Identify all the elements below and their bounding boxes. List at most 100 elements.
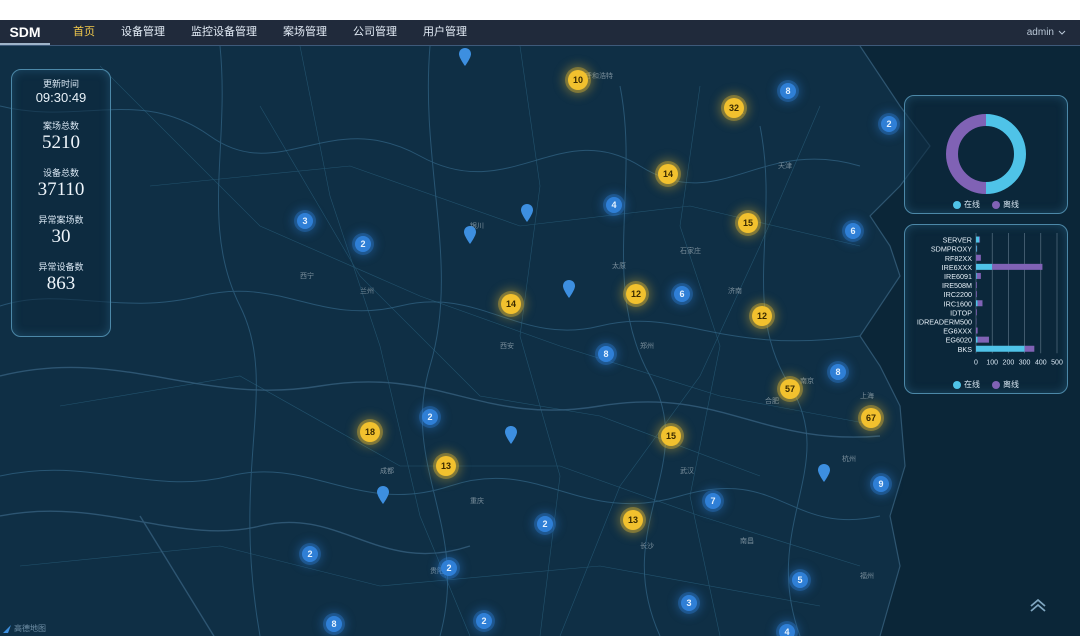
bar-online[interactable] (976, 272, 977, 279)
x-tick-label: 0 (974, 359, 978, 366)
map-pin-icon[interactable] (563, 280, 575, 298)
map-cluster[interactable]: 8 (326, 616, 342, 632)
bar-offline[interactable] (979, 236, 981, 243)
map-cluster[interactable]: 2 (441, 560, 457, 576)
brand-logo[interactable]: SDM (0, 20, 50, 45)
map-cluster[interactable]: 6 (845, 223, 861, 239)
map-cluster[interactable]: 32 (724, 98, 744, 118)
map-pin-icon[interactable] (505, 426, 517, 444)
legend-item-online[interactable]: 在线 (953, 199, 980, 210)
update-time-label: 更新时间 (42, 79, 79, 89)
nav-site-management[interactable]: 案场管理 (270, 20, 340, 45)
map-cluster[interactable]: 15 (738, 213, 758, 233)
nav-device-management[interactable]: 设备管理 (108, 20, 178, 45)
bar-online[interactable] (976, 336, 978, 343)
abnormal-sites-label: 异常案场数 (38, 215, 84, 225)
city-label: 太原 (612, 263, 626, 270)
map-cluster[interactable]: 12 (752, 306, 772, 326)
map-cluster[interactable]: 6 (674, 286, 690, 302)
y-tick-label: IDREADERM500 (917, 317, 972, 326)
map-cluster[interactable]: 3 (681, 595, 697, 611)
chevron-down-icon (1058, 30, 1066, 35)
donut-slice-online[interactable] (985, 114, 1026, 194)
map-cluster[interactable]: 13 (623, 510, 643, 530)
bar-online[interactable] (976, 245, 977, 252)
bar-online[interactable] (976, 263, 993, 270)
map-cluster[interactable]: 4 (779, 624, 795, 636)
abnormal-devices-value: 863 (46, 273, 76, 294)
bar-offline[interactable] (976, 291, 977, 298)
map-cluster[interactable]: 2 (355, 236, 371, 252)
map-cluster[interactable]: 15 (661, 426, 681, 446)
map-cluster[interactable]: 10 (568, 70, 588, 90)
map-provider-name: 高德地图 (14, 624, 46, 633)
bar-online[interactable] (976, 345, 1025, 352)
user-menu[interactable]: admin (1027, 27, 1066, 38)
map-pin-icon[interactable] (377, 486, 389, 504)
map-cluster[interactable]: 2 (881, 116, 897, 132)
map-pin-icon[interactable] (464, 226, 476, 244)
city-label: 杭州 (842, 456, 856, 463)
map-cluster[interactable]: 8 (830, 364, 846, 380)
y-tick-label: IRE6XXX (942, 263, 973, 272)
map-cluster[interactable]: 2 (537, 516, 553, 532)
abnormal-sites-value: 30 (51, 226, 71, 247)
map-cluster[interactable]: 8 (598, 346, 614, 362)
map-cluster[interactable]: 8 (780, 83, 796, 99)
map-cluster[interactable]: 18 (360, 422, 380, 442)
map-pin-icon[interactable] (459, 48, 471, 66)
y-tick-label: BKS (958, 345, 973, 354)
legend-dot-offline (992, 200, 1000, 209)
map-cluster[interactable]: 14 (501, 294, 521, 314)
nav-user-management[interactable]: 用户管理 (410, 20, 480, 45)
map-cluster[interactable]: 7 (705, 493, 721, 509)
city-label: 郑州 (640, 343, 654, 350)
nav-home[interactable]: 首页 (60, 20, 108, 45)
map-cluster[interactable]: 14 (658, 164, 678, 184)
bar-online[interactable] (976, 236, 980, 243)
bar-offline[interactable] (976, 254, 981, 261)
map-cluster[interactable]: 4 (606, 197, 622, 213)
nav-monitor-device-management[interactable]: 监控设备管理 (178, 20, 270, 45)
map-cluster[interactable]: 67 (861, 408, 881, 428)
x-tick-label: 200 (1003, 359, 1015, 366)
legend-label-online: 在线 (964, 200, 980, 209)
bar-offline[interactable] (976, 272, 981, 279)
bar-offline[interactable] (1024, 345, 1035, 352)
city-label: 重庆 (470, 498, 484, 505)
map-cluster[interactable]: 12 (626, 284, 646, 304)
x-tick-label: 500 (1051, 359, 1063, 366)
bar-offline[interactable] (976, 282, 977, 289)
bar-offline[interactable] (976, 327, 978, 334)
city-label: 上海 (860, 393, 874, 400)
nav-company-management[interactable]: 公司管理 (340, 20, 410, 45)
map-cluster[interactable]: 2 (422, 409, 438, 425)
map-cluster[interactable]: 3 (297, 213, 313, 229)
x-tick-label: 100 (986, 359, 998, 366)
bar-offline[interactable] (977, 300, 983, 307)
bar-offline[interactable] (977, 336, 989, 343)
map-cluster[interactable]: 2 (302, 546, 318, 562)
legend-item-online[interactable]: 在线 (953, 379, 980, 390)
city-label: 西宁 (300, 273, 314, 280)
legend-dot-online (953, 380, 961, 389)
map-pin-icon[interactable] (818, 464, 830, 482)
bar-offline[interactable] (976, 309, 977, 316)
bar-online[interactable] (976, 300, 978, 307)
map-cluster[interactable]: 5 (792, 572, 808, 588)
donut-slice-offline[interactable] (946, 114, 987, 194)
map-cluster[interactable]: 57 (780, 379, 800, 399)
map-cluster[interactable]: 2 (476, 613, 492, 629)
city-label: 西安 (500, 343, 514, 350)
legend-dot-offline (992, 380, 1000, 389)
legend-item-offline[interactable]: 离线 (992, 379, 1019, 390)
legend-label-offline: 离线 (1003, 380, 1019, 389)
y-tick-label: IRE508M (942, 281, 972, 290)
map-cluster[interactable]: 9 (873, 476, 889, 492)
scroll-to-top-icon[interactable] (1028, 596, 1048, 616)
map-pin-icon[interactable] (521, 204, 533, 222)
bar-offline[interactable] (992, 263, 1043, 270)
city-label: 石家庄 (680, 248, 701, 255)
legend-item-offline[interactable]: 离线 (992, 199, 1019, 210)
map-cluster[interactable]: 13 (436, 456, 456, 476)
